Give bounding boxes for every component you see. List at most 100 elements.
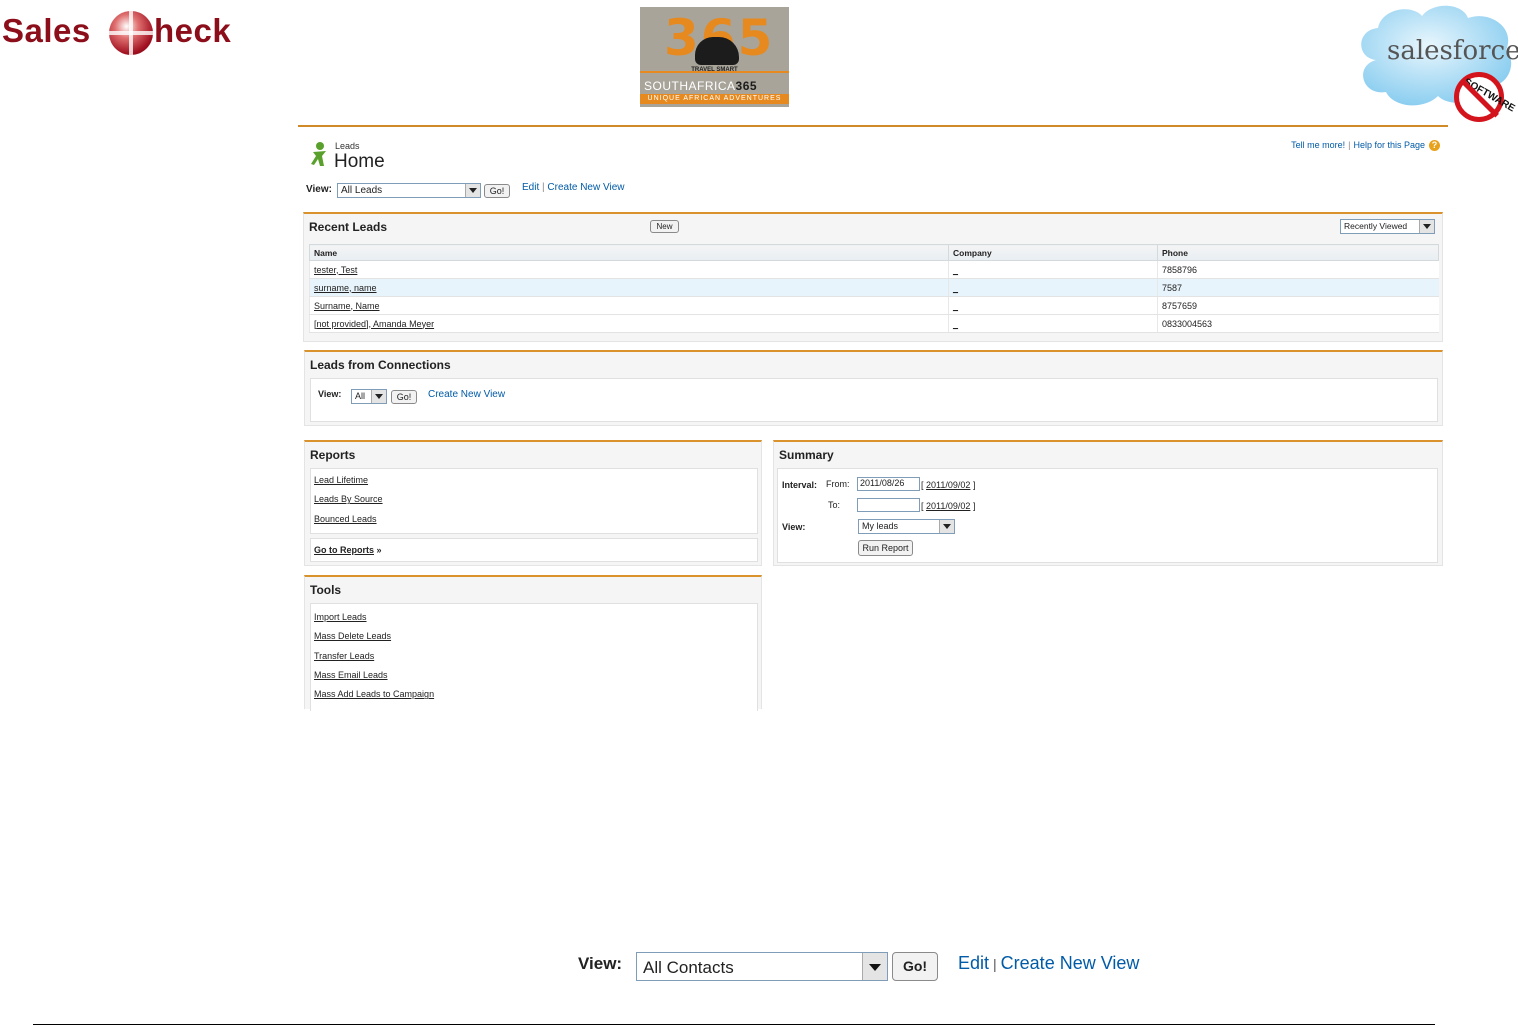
view-select-value: All Leads	[341, 185, 383, 196]
reports-title: Reports	[310, 448, 356, 462]
link-separator: |	[542, 182, 545, 193]
from-date-link-wrap: [ 2011/09/02 ]	[921, 480, 976, 490]
tools-title: Tools	[310, 583, 342, 597]
lead-company-link[interactable]: _	[953, 301, 958, 311]
salescheck-text-b: heck	[154, 12, 232, 49]
column-header-name[interactable]: Name	[309, 244, 949, 261]
connections-view-value: All	[355, 391, 366, 401]
run-report-button[interactable]: Run Report	[858, 540, 913, 556]
report-link[interactable]: Leads By Source	[314, 494, 383, 504]
logo-divider	[640, 71, 789, 73]
report-link[interactable]: Lead Lifetime	[314, 475, 368, 485]
lead-company-link[interactable]: _	[953, 319, 958, 329]
tools-items: Import Leads Mass Delete Leads Transfer …	[314, 612, 434, 708]
table-row: tester, Test _ 7858796	[309, 260, 1439, 279]
tool-link[interactable]: Transfer Leads	[314, 651, 374, 661]
connections-body: View: All Go! Create New View	[310, 378, 1438, 422]
logo-tagline: UNIQUE AFRICAN ADVENTURES	[640, 94, 789, 104]
go-to-reports-row: Go to Reports »	[310, 538, 758, 562]
zoomed-view-links: Edit | Create New View	[958, 953, 1139, 974]
elephant-icon	[695, 37, 739, 65]
create-new-view-link[interactable]: Create New View	[547, 182, 624, 193]
lead-company-link[interactable]: _	[953, 265, 958, 275]
recent-filter-select[interactable]: Recently Viewed	[1340, 219, 1435, 234]
summary-panel: Summary Interval: From: 2011/08/26 [ 201…	[773, 440, 1443, 566]
help-links: Tell me more! | Help for this Page?	[1291, 140, 1440, 151]
tool-link[interactable]: Import Leads	[314, 612, 367, 622]
view-row: View: All Leads Go! Edit | Create New Vi…	[306, 182, 706, 202]
chevron-down-icon	[371, 390, 386, 403]
connections-create-view-link[interactable]: Create New View	[428, 389, 505, 400]
logo-name: SOUTHAFRICA365	[644, 79, 758, 93]
table-row: surname, name _ 7587	[309, 278, 1439, 297]
salesforce-logo: salesforce SOFTWARE	[1356, 0, 1518, 128]
reports-items: Lead Lifetime Leads By Source Bounced Le…	[314, 475, 383, 533]
column-header-company[interactable]: Company	[948, 244, 1158, 261]
help-icon[interactable]: ?	[1429, 140, 1440, 151]
table-row: [not provided], Amanda Meyer _ 083300456…	[309, 314, 1439, 333]
southafrica365-logo: 365 TRAVEL SMART SOUTHAFRICA365 UNIQUE A…	[640, 7, 789, 107]
tool-link[interactable]: Mass Add Leads to Campaign	[314, 689, 434, 699]
recent-filter-value: Recently Viewed	[1344, 221, 1408, 231]
recent-leads-title: Recent Leads	[309, 220, 388, 234]
help-for-page-link[interactable]: Help for this Page	[1353, 140, 1425, 150]
lead-name-link[interactable]: surname, name	[314, 283, 377, 293]
summary-view-label: View:	[782, 522, 806, 532]
view-select[interactable]: All Leads	[337, 183, 481, 198]
go-button[interactable]: Go!	[484, 184, 510, 198]
to-date-link-wrap: [ 2011/09/02 ]	[921, 501, 976, 511]
chevron-down-icon	[465, 184, 480, 197]
go-to-reports-link[interactable]: Go to Reports »	[314, 545, 382, 555]
lead-person-icon	[311, 142, 326, 166]
zoomed-edit-link[interactable]: Edit	[958, 953, 989, 973]
edit-link[interactable]: Edit	[522, 182, 539, 193]
zoomed-view-value: All Contacts	[643, 958, 734, 977]
reports-panel: Reports Lead Lifetime Leads By Source Bo…	[304, 440, 762, 566]
tools-panel: Tools Import Leads Mass Delete Leads Tra…	[304, 575, 762, 711]
salescheck-logo: Sales heck	[2, 4, 254, 56]
page-title: Home	[334, 151, 385, 172]
connections-go-button[interactable]: Go!	[391, 390, 417, 404]
summary-body: Interval: From: 2011/08/26 [ 2011/09/02 …	[777, 468, 1438, 563]
lead-phone: 7587	[1157, 278, 1439, 297]
new-lead-button[interactable]: New	[650, 220, 679, 233]
summary-view-value: My leads	[862, 521, 899, 531]
table-header-row: Name Company Phone	[309, 244, 1439, 261]
connections-view-select[interactable]: All	[351, 389, 387, 404]
report-link[interactable]: Bounced Leads	[314, 514, 377, 524]
tool-link[interactable]: Mass Email Leads	[314, 670, 388, 680]
leads-home-screen: Leads Home Tell me more! | Help for this P…	[298, 125, 1448, 711]
lead-name-link[interactable]: Surname, Name	[314, 301, 380, 311]
connections-title: Leads from Connections	[310, 358, 451, 372]
zoomed-create-new-view-link[interactable]: Create New View	[1001, 953, 1140, 973]
zoomed-go-button[interactable]: Go!	[892, 952, 938, 981]
view-links: Edit | Create New View	[522, 182, 624, 193]
to-date-input[interactable]	[857, 498, 920, 512]
lead-phone: 7858796	[1157, 260, 1439, 279]
to-date-link[interactable]: 2011/09/02	[926, 501, 970, 511]
lead-company-link[interactable]: _	[953, 283, 958, 293]
recent-leads-panel: Recent Leads New Recently Viewed Name Co…	[303, 212, 1443, 342]
from-date-input[interactable]: 2011/08/26	[857, 477, 920, 491]
lead-name-link[interactable]: tester, Test	[314, 265, 357, 275]
lead-name-link[interactable]: [not provided], Amanda Meyer	[314, 319, 434, 329]
tell-me-more-link[interactable]: Tell me more!	[1291, 140, 1345, 150]
zoomed-view-select[interactable]: All Contacts	[636, 952, 888, 981]
recent-leads-table: Name Company Phone tester, Test _ 785879…	[309, 244, 1439, 333]
connections-panel: Leads from Connections View: All Go! Cre…	[304, 350, 1443, 426]
reports-list: Lead Lifetime Leads By Source Bounced Le…	[310, 468, 758, 534]
help-separator: |	[1348, 140, 1351, 150]
lead-phone: 0833004563	[1157, 314, 1439, 333]
chevron-down-icon	[862, 953, 887, 980]
column-header-phone[interactable]: Phone	[1157, 244, 1439, 261]
summary-title: Summary	[779, 448, 834, 462]
interval-label: Interval:	[782, 480, 818, 490]
summary-view-select[interactable]: My leads	[858, 519, 955, 534]
footer-divider	[33, 1024, 1435, 1025]
globe-icon	[109, 11, 153, 55]
tools-list: Import Leads Mass Delete Leads Transfer …	[310, 603, 758, 711]
zoomed-separator: |	[993, 956, 997, 972]
object-label: Leads	[335, 141, 360, 151]
from-date-link[interactable]: 2011/09/02	[926, 480, 970, 490]
tool-link[interactable]: Mass Delete Leads	[314, 631, 391, 641]
